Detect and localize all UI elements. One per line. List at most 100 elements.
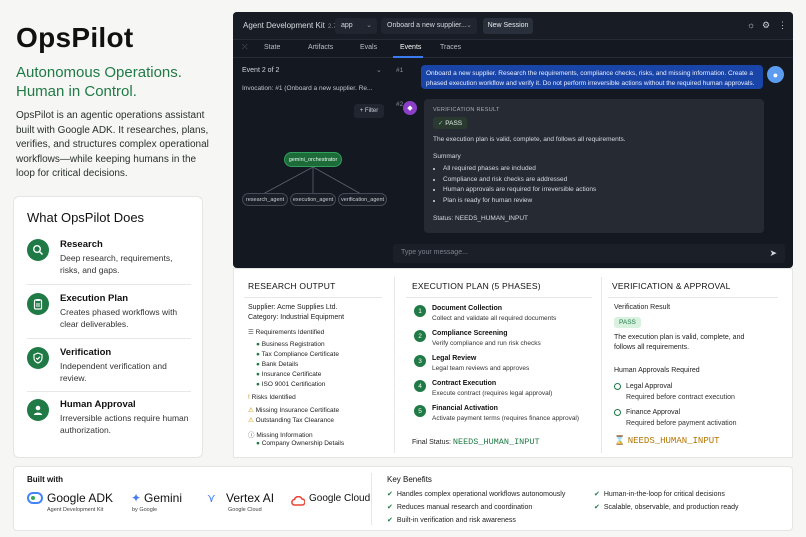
graph-node-orchestrator[interactable]: gemini_orchestrator bbox=[284, 152, 342, 167]
google-cloud-icon bbox=[291, 493, 306, 506]
warning-icon: ⚠ bbox=[248, 417, 256, 424]
logo-google-adk: Google ADK bbox=[47, 491, 114, 505]
intro-panel: OpsPilot Autonomous Operations. Human in… bbox=[0, 0, 232, 465]
built-with-label: Built with bbox=[27, 475, 63, 484]
verification-label: VERIFICATION RESULT bbox=[433, 107, 500, 113]
pending-circle-icon bbox=[614, 409, 621, 416]
output-panel: RESEARCH OUTPUT Supplier: Acme Supplies … bbox=[233, 268, 793, 458]
user-message: Onboard a new supplier. Research the req… bbox=[421, 65, 763, 89]
list-item: ● Insurance Certificate bbox=[256, 371, 322, 378]
vertex-ai-icon: ⋎ bbox=[207, 491, 216, 505]
list-item: ⚠ Outstanding Tax Clearance bbox=[248, 417, 334, 424]
step-desc: Execute contract (requires legal approva… bbox=[432, 390, 553, 397]
graph-node-verification-agent[interactable]: verification_agent bbox=[338, 193, 387, 206]
feature-desc: Independent verification and review. bbox=[60, 361, 167, 383]
divider bbox=[244, 297, 382, 298]
feature-title: Human Approval bbox=[60, 399, 136, 410]
divider bbox=[27, 391, 191, 392]
list-item: ● Company Ownership Details bbox=[256, 440, 345, 447]
theme-toggle-icon[interactable]: ☼ bbox=[747, 20, 755, 30]
requirements-list: ● Business Registration ● Tax Compliance… bbox=[256, 340, 339, 390]
message-input[interactable]: Type your message... ➤ bbox=[393, 244, 785, 263]
person-icon bbox=[27, 399, 49, 421]
supplier-text: Supplier: Acme Supplies Ltd. bbox=[248, 304, 338, 311]
search-icon bbox=[27, 239, 49, 261]
divider bbox=[608, 297, 778, 298]
verification-statement: The execution plan is valid, complete, a… bbox=[433, 136, 626, 143]
list-item: ● Bank Details bbox=[256, 361, 299, 368]
tagline: Autonomous Operations. Human in Control. bbox=[16, 64, 182, 100]
risks-list: ⚠ Missing Insurance Certificate ⚠ Outsta… bbox=[248, 406, 339, 426]
divider bbox=[371, 473, 372, 525]
missing-list: ● Company Ownership Details bbox=[256, 440, 344, 447]
send-icon[interactable]: ➤ bbox=[769, 248, 777, 259]
bot-avatar-icon: ◆ bbox=[403, 101, 417, 115]
logo-sub: Google Cloud bbox=[228, 507, 262, 513]
benefit-item: ✔ Handles complex operational workflows a… bbox=[387, 491, 566, 498]
feature-desc: Deep research, requirements, risks, and … bbox=[60, 253, 173, 275]
verify-status: ⌛ NEEDS_HUMAN_INPUT bbox=[614, 435, 720, 446]
summary-label: Summary bbox=[433, 153, 461, 160]
session-select[interactable]: Onboard a new supplier... ⌄ bbox=[381, 18, 477, 34]
approval-desc: Required before contract execution bbox=[626, 394, 735, 401]
benefit-item: ✔ Scalable, observable, and production re… bbox=[594, 504, 739, 511]
pass-badge: PASS bbox=[614, 317, 641, 328]
research-title: RESEARCH OUTPUT bbox=[248, 281, 336, 291]
divider bbox=[394, 277, 395, 453]
event-number: #1 bbox=[396, 67, 404, 74]
step-title: Compliance Screening bbox=[432, 330, 508, 337]
list-item: Plan is ready for human review bbox=[443, 196, 755, 207]
step-title: Financial Activation bbox=[432, 405, 498, 412]
warning-icon: ⚠ bbox=[248, 407, 256, 414]
missing-label: ⓘ Missing Information bbox=[248, 432, 313, 439]
new-session-button[interactable]: New Session bbox=[483, 18, 533, 34]
benefit-item: ✔ Reduces manual research and coordinatio… bbox=[387, 504, 533, 511]
tab-events[interactable]: Events bbox=[400, 44, 421, 51]
plan-title: EXECUTION PLAN (5 PHASES) bbox=[412, 281, 541, 291]
step-desc: Collect and validate all required docume… bbox=[432, 315, 557, 322]
adk-app-window: Agent Development Kit2.7.1 app⌄ Onboard … bbox=[233, 12, 793, 268]
tab-traces[interactable]: Traces bbox=[440, 44, 461, 51]
benefit-item: ✔ Human-in-the-loop for critical decision… bbox=[594, 491, 725, 498]
bottom-strip: Built with Google ADK Agent Development … bbox=[13, 466, 793, 531]
final-status: Final Status: NEEDS_HUMAN_INPUT bbox=[412, 437, 540, 447]
intro-text: OpsPilot is an agentic operations assist… bbox=[16, 110, 209, 179]
divider bbox=[406, 297, 592, 298]
more-menu-icon[interactable]: ⋮ bbox=[778, 20, 787, 31]
benefit-item: ✔ Built-in verification and risk awarenes… bbox=[387, 517, 516, 524]
user-avatar-icon: ● bbox=[767, 66, 784, 83]
step-number: 2 bbox=[414, 330, 426, 342]
features-card: What OpsPilot Does Research Deep researc… bbox=[13, 196, 203, 458]
list-item: Compliance and risk checks are addressed bbox=[443, 175, 755, 186]
step-number: 5 bbox=[414, 405, 426, 417]
check-circle-icon: ✔ bbox=[387, 517, 393, 524]
step-number: 3 bbox=[414, 355, 426, 367]
graph-node-research-agent[interactable]: research_agent bbox=[242, 193, 288, 206]
step-desc: Activate payment terms (requires finance… bbox=[432, 415, 580, 422]
approvals-label: Human Approvals Required bbox=[614, 367, 700, 374]
check-circle-icon: ✔ bbox=[594, 491, 600, 498]
requirements-label: ☰ Requirements Identified bbox=[248, 329, 325, 336]
active-tab-indicator bbox=[393, 56, 423, 58]
status-text: Status: NEEDS_HUMAN_INPUT bbox=[433, 215, 528, 222]
graph-node-execution-agent[interactable]: execution_agent bbox=[290, 193, 336, 206]
gear-icon[interactable]: ⚙ bbox=[762, 20, 770, 31]
features-title: What OpsPilot Does bbox=[27, 210, 145, 225]
list-icon: ☰ bbox=[248, 329, 256, 336]
shield-check-icon bbox=[27, 347, 49, 369]
divider bbox=[601, 277, 602, 453]
gemini-sparkle-icon: ✦ bbox=[131, 491, 142, 505]
approval-title: Finance Approval bbox=[626, 409, 681, 416]
feature-desc: Irreversible actions require human autho… bbox=[60, 413, 189, 435]
list-item: ● Tax Compliance Certificate bbox=[256, 351, 339, 358]
step-title: Contract Execution bbox=[432, 380, 497, 387]
list-item: Human approvals are required for irrever… bbox=[443, 185, 755, 196]
list-item: ● Business Registration bbox=[256, 341, 325, 348]
step-title: Document Collection bbox=[432, 305, 503, 312]
verification-message: VERIFICATION RESULT ✓ PASS The execution… bbox=[424, 99, 764, 233]
agent-graph-edges bbox=[261, 166, 363, 197]
step-title: Legal Review bbox=[432, 355, 477, 362]
category-text: Category: Industrial Equipment bbox=[248, 314, 345, 321]
feature-title: Verification bbox=[60, 347, 112, 358]
list-item: ⚠ Missing Insurance Certificate bbox=[248, 407, 340, 414]
